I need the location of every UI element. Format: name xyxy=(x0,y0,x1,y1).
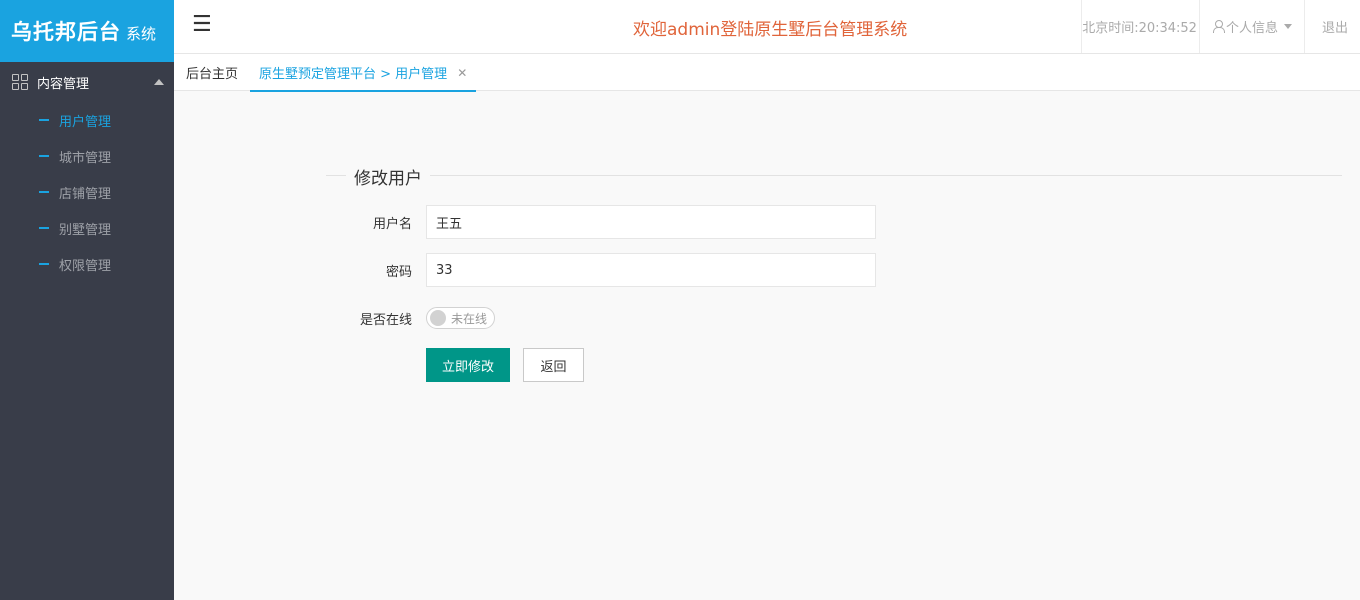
online-row: 是否在线 未在线 xyxy=(326,301,496,335)
online-switch[interactable]: 未在线 xyxy=(426,307,496,329)
sidebar-item-cities[interactable]: 城市管理 xyxy=(0,138,174,174)
logo-subtitle: 系统 xyxy=(126,24,157,43)
username-input[interactable]: 王五 xyxy=(426,205,876,239)
password-label: 密码 xyxy=(385,264,412,280)
caret-down-icon xyxy=(1283,24,1292,29)
button-row: 立即修改 返回 xyxy=(426,348,584,382)
sidebar-group-label: 内容管理 xyxy=(37,76,90,92)
tab-home[interactable]: 后台主页 xyxy=(174,54,250,91)
switch-text: 未在线 xyxy=(451,311,488,326)
welcome-text: 欢迎admin登陆原生墅后台管理系统 xyxy=(633,20,908,40)
close-icon[interactable]: ✕ xyxy=(457,66,467,80)
logo-title: 乌托邦后台 xyxy=(11,20,121,44)
dash-icon xyxy=(39,191,49,193)
user-menu[interactable]: 个人信息 xyxy=(1198,0,1304,53)
dash-icon xyxy=(39,227,49,229)
user-icon xyxy=(1212,20,1225,33)
grid-icon xyxy=(12,74,28,90)
dash-icon xyxy=(39,119,49,121)
main-content: 修改用户 用户名 王五 密码 33 是否在线 未在线 立即修改 返回 xyxy=(174,92,1360,600)
caret-up-icon xyxy=(154,79,164,85)
sidebar-item-label: 店铺管理 xyxy=(59,186,112,202)
sidebar: 乌托邦后台 系统 内容管理 用户管理 城市管理 店铺管理 别墅管理 权限管理 xyxy=(0,0,174,600)
sidebar-group-content[interactable]: 内容管理 xyxy=(0,62,174,102)
tab-label: 原生墅预定管理平台 > 用户管理 xyxy=(259,67,448,82)
sidebar-item-label: 城市管理 xyxy=(59,150,112,166)
user-menu-label: 个人信息 xyxy=(1225,21,1278,36)
username-label: 用户名 xyxy=(372,216,412,232)
sidebar-item-label: 别墅管理 xyxy=(59,222,112,238)
sidebar-item-users[interactable]: 用户管理 xyxy=(0,102,174,138)
clock-text: 北京时间:20:34:52 xyxy=(1081,0,1199,53)
top-header: ☰ 欢迎admin登陆原生墅后台管理系统 北京时间:20:34:52 个人信息 … xyxy=(174,0,1360,54)
sidebar-item-shops[interactable]: 店铺管理 xyxy=(0,174,174,210)
password-row: 密码 33 xyxy=(326,253,876,287)
legend-divider xyxy=(326,175,1342,176)
sidebar-item-permissions[interactable]: 权限管理 xyxy=(0,246,174,282)
tab-label: 后台主页 xyxy=(186,67,239,82)
logo: 乌托邦后台 系统 xyxy=(0,0,174,62)
hamburger-icon[interactable]: ☰ xyxy=(192,12,212,38)
switch-knob xyxy=(430,310,446,326)
online-label: 是否在线 xyxy=(359,312,412,328)
header-right: 北京时间:20:34:52 个人信息 退出 xyxy=(1081,0,1360,53)
sidebar-item-label: 用户管理 xyxy=(59,114,112,130)
sidebar-item-label: 权限管理 xyxy=(59,258,112,274)
dash-icon xyxy=(39,263,49,265)
form-legend: 修改用户 xyxy=(326,164,1342,189)
sidebar-item-villas[interactable]: 别墅管理 xyxy=(0,210,174,246)
back-button[interactable]: 返回 xyxy=(523,348,584,382)
dash-icon xyxy=(39,155,49,157)
form-title: 修改用户 xyxy=(346,164,430,189)
username-row: 用户名 王五 xyxy=(326,205,876,239)
password-input[interactable]: 33 xyxy=(426,253,876,287)
tab-bar: 后台主页 原生墅预定管理平台 > 用户管理 ✕ xyxy=(174,54,1360,92)
tab-user-management[interactable]: 原生墅预定管理平台 > 用户管理 ✕ xyxy=(250,54,477,92)
logout-link[interactable]: 退出 xyxy=(1303,0,1360,53)
submit-button[interactable]: 立即修改 xyxy=(426,348,510,382)
